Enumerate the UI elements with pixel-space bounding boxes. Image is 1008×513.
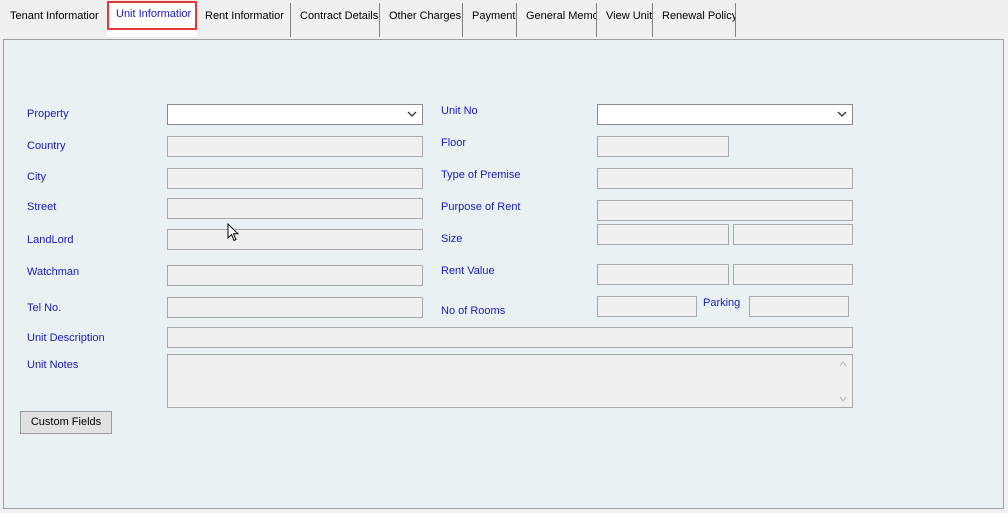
- parking-field[interactable]: [749, 296, 849, 317]
- country-field[interactable]: [167, 136, 423, 157]
- tab-label: Tenant Informatior: [10, 10, 99, 22]
- unit-no-label: Unit No: [441, 105, 478, 117]
- landlord-field[interactable]: [167, 229, 423, 250]
- type-of-premise-field[interactable]: [597, 168, 853, 189]
- unit-description-field[interactable]: [167, 327, 853, 348]
- scrollbar[interactable]: [835, 356, 851, 408]
- watchman-field[interactable]: [167, 265, 423, 286]
- purpose-of-rent-field[interactable]: [597, 200, 853, 221]
- mouse-cursor-icon: [227, 223, 240, 242]
- size-field[interactable]: [597, 224, 729, 245]
- property-label: Property: [27, 108, 69, 120]
- size-unit-field[interactable]: [733, 224, 853, 245]
- size-label: Size: [441, 233, 463, 245]
- unit-notes-label: Unit Notes: [27, 359, 79, 371]
- rent-value-label: Rent Value: [441, 265, 495, 277]
- parking-label: Parking: [703, 297, 741, 309]
- tel-no-label: Tel No.: [27, 302, 62, 314]
- city-label: City: [27, 171, 46, 183]
- tab-label: Other Charges: [389, 10, 462, 22]
- tab-payment[interactable]: Payment: [466, 3, 517, 37]
- tab-label: Rent Informatior: [205, 10, 284, 22]
- floor-label: Floor: [441, 137, 467, 149]
- tab-renewal-policy[interactable]: Renewal Policy: [656, 3, 736, 37]
- landlord-label: LandLord: [27, 234, 74, 246]
- tab-label: Payment: [472, 10, 516, 22]
- tab-label: Contract Details: [300, 10, 379, 22]
- tab-unit-information[interactable]: Unit Informatior: [107, 1, 197, 37]
- tab-other-charges[interactable]: Other Charges: [383, 3, 463, 37]
- tab-label: General Memo: [526, 10, 597, 22]
- chevron-down-icon[interactable]: [837, 109, 847, 119]
- tab-rent-information[interactable]: Rent Informatior: [199, 3, 291, 37]
- chevron-down-icon[interactable]: [407, 109, 417, 119]
- tab-label: Unit Informatior: [116, 8, 192, 20]
- tab-tenant-information[interactable]: Tenant Informatior: [4, 3, 108, 37]
- tab-general-memo[interactable]: General Memo: [520, 3, 597, 37]
- tel-no-field[interactable]: [167, 297, 423, 318]
- property-combo[interactable]: [167, 104, 423, 125]
- unit-no-combo[interactable]: [597, 104, 853, 125]
- no-of-rooms-label: No of Rooms: [441, 305, 506, 317]
- city-field[interactable]: [167, 168, 423, 189]
- tab-bar: Tenant Informatior Unit Informatior Rent…: [0, 0, 1008, 38]
- purpose-of-rent-label: Purpose of Rent: [441, 201, 521, 213]
- country-label: Country: [27, 140, 66, 152]
- street-label: Street: [27, 201, 57, 213]
- type-of-premise-label: Type of Premise: [441, 169, 521, 181]
- street-field[interactable]: [167, 198, 423, 219]
- unit-description-label: Unit Description: [27, 332, 105, 344]
- tab-contract-details[interactable]: Contract Details: [294, 3, 380, 37]
- rent-value-field[interactable]: [597, 264, 729, 285]
- tab-label: Renewal Policy: [662, 10, 736, 22]
- watchman-label: Watchman: [27, 266, 80, 278]
- custom-fields-button[interactable]: Custom Fields: [20, 411, 112, 434]
- tab-view-unit[interactable]: View Unit: [600, 3, 653, 37]
- unit-information-panel: [3, 39, 1004, 509]
- no-of-rooms-field[interactable]: [597, 296, 697, 317]
- unit-notes-field[interactable]: [167, 354, 853, 408]
- floor-field[interactable]: [597, 136, 729, 157]
- rent-value-period-field[interactable]: [733, 264, 853, 285]
- tab-label: View Unit: [606, 10, 653, 22]
